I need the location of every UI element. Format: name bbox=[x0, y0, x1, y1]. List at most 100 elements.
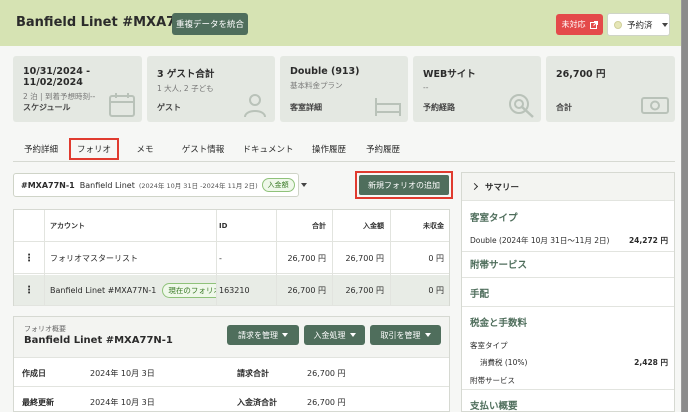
folio-id: #MXA77N-1 bbox=[21, 180, 75, 190]
folio-dates: (2024年 10月 31日 -2024年 11月 2日) bbox=[138, 182, 258, 190]
card-value: 10/31/2024 - 11/02/2024 bbox=[23, 66, 91, 88]
card-label: スケジュール bbox=[23, 103, 71, 112]
room-line-amount: 24,272 円 bbox=[628, 236, 668, 245]
money-icon bbox=[641, 97, 669, 114]
divider bbox=[462, 389, 674, 390]
col-unpaid: 未収金 bbox=[423, 221, 444, 230]
folio-guest-name: Banfield Linet bbox=[79, 180, 135, 190]
reservation-header: Banfield Linet #MXA77N-1 重複データを統合 未対応 予約… bbox=[0, 0, 681, 46]
summary-payment-heading: 支払い概要 bbox=[470, 401, 518, 412]
row-account: Banfield Linet #MXA77N-1 現在のフォリオ bbox=[50, 275, 216, 305]
channel-card: WEBサイト -- 予約経路 bbox=[413, 56, 541, 122]
unresolved-label: 未対応 bbox=[561, 20, 586, 29]
overview-header: フォリオ概要 Banfield Linet #MXA77N-1 請求を管理 入金… bbox=[14, 317, 449, 358]
tax-line: 消費税 (10%) 2,428 円 bbox=[480, 357, 668, 368]
tab-memo[interactable]: メモ bbox=[127, 138, 163, 160]
external-link-icon bbox=[589, 20, 598, 29]
cursor-icon bbox=[509, 94, 534, 118]
overview-row: 作成日 2024年 10月 3日 請求合計 26,700 円 bbox=[14, 359, 449, 387]
card-label: 客室詳細 bbox=[290, 103, 322, 112]
chevron-down-icon bbox=[282, 333, 288, 337]
reservation-tabs: 予約詳細 フォリオ メモ ゲスト情報 ドキュメント 操作履歴 予約履歴 bbox=[13, 138, 675, 162]
tab-activity-log[interactable]: 操作履歴 bbox=[305, 138, 353, 160]
status-label: 予約済 bbox=[627, 20, 653, 31]
card-value: Double (913) bbox=[290, 66, 360, 77]
overview-value: 2024年 10月 3日 bbox=[90, 369, 155, 378]
divider bbox=[462, 277, 674, 278]
row-paid: 26,700 円 bbox=[345, 253, 384, 263]
summary-panel: サマリー 客室タイプ Double (2024年 10月 31日～11月 2日)… bbox=[461, 172, 675, 412]
tab-guest-info[interactable]: ゲスト情報 bbox=[173, 138, 233, 160]
col-total: 合計 bbox=[312, 221, 326, 230]
payment-processing-button[interactable]: 入金処理 bbox=[304, 325, 365, 345]
chevron-down-icon bbox=[300, 183, 307, 187]
bed-icon bbox=[375, 98, 401, 116]
overview-subtitle: フォリオ概要 bbox=[24, 325, 66, 333]
summary-title: サマリー bbox=[485, 182, 520, 193]
row-unpaid: 0 円 bbox=[428, 285, 444, 295]
tab-folio[interactable]: フォリオ bbox=[69, 138, 119, 160]
table-row[interactable]: ⋮ Banfield Linet #MXA77N-1 現在のフォリオ 16321… bbox=[14, 275, 449, 306]
calendar-icon bbox=[109, 93, 135, 117]
tax-room-type-label: 客室タイプ bbox=[470, 341, 508, 350]
schedule-card: 10/31/2024 - 11/02/2024 2 泊 | 到着予想時刻-- ス… bbox=[13, 56, 142, 122]
folio-status-badge: 入金額 bbox=[261, 178, 295, 192]
overview-value: 2024年 10月 3日 bbox=[90, 398, 155, 407]
room-line-label: Double (2024年 10月 31日～11月 2日) bbox=[470, 236, 610, 245]
room-card: Double (913) 基本料金プラン 客室詳細 bbox=[280, 56, 408, 122]
table-row[interactable]: ⋮ フォリオマスターリスト - 26,700 円 26,700 円 0 円 bbox=[14, 243, 449, 274]
overview-value: 26,700 円 bbox=[307, 369, 346, 378]
guests-card: 3 ゲスト合計 1 大人, 2 子ども ゲスト bbox=[147, 56, 275, 122]
summary-arrangements-heading: 手配 bbox=[470, 289, 490, 300]
col-account: アカウント bbox=[50, 221, 85, 230]
card-sub: 基本料金プラン bbox=[290, 81, 343, 90]
row-account: フォリオマスターリスト bbox=[50, 253, 138, 263]
summary-room-type-heading: 客室タイプ bbox=[470, 213, 518, 224]
window-edge bbox=[682, 0, 688, 412]
card-value: 3 ゲスト合計 bbox=[157, 69, 215, 80]
add-folio-button[interactable]: 新規フォリオの追加 bbox=[359, 175, 449, 195]
summary-extras-heading: 附帯サービス bbox=[470, 260, 528, 271]
total-card: 26,700 円 合計 bbox=[546, 56, 675, 122]
column-divider bbox=[44, 210, 45, 305]
tab-reservation-history[interactable]: 予約履歴 bbox=[359, 138, 407, 160]
row-id: - bbox=[219, 253, 222, 263]
button-label: 取引を管理 bbox=[380, 330, 421, 340]
chevron-down-icon bbox=[424, 333, 431, 337]
reservation-window: Banfield Linet #MXA77N-1 重複データを統合 未対応 予約… bbox=[0, 0, 682, 412]
column-divider bbox=[390, 210, 391, 305]
summary-toggle[interactable]: サマリー bbox=[462, 173, 674, 201]
current-folio-badge: 現在のフォリオ bbox=[162, 282, 216, 298]
overview-row: 最終更新 2024年 10月 3日 入金済合計 26,700 円 bbox=[14, 388, 449, 412]
more-options-icon[interactable]: ⋮ bbox=[14, 243, 44, 273]
card-value: WEBサイト bbox=[423, 69, 476, 80]
manage-transactions-button[interactable]: 取引を管理 bbox=[370, 325, 441, 345]
reservation-status-dropdown[interactable]: 予約済 bbox=[607, 13, 670, 36]
overview-key: 入金済合計 bbox=[237, 398, 277, 407]
tax-extras-label: 附帯サービス bbox=[470, 376, 515, 385]
tax-line-amount: 2,428 円 bbox=[634, 358, 668, 367]
col-paid: 入金額 bbox=[363, 221, 384, 230]
tab-reservation-details[interactable]: 予約詳細 bbox=[15, 138, 67, 160]
users-icon bbox=[244, 94, 266, 118]
manage-charges-button[interactable]: 請求を管理 bbox=[227, 325, 299, 345]
new-folio-highlight: 新規フォリオの追加 bbox=[355, 171, 453, 199]
tab-documents[interactable]: ドキュメント bbox=[238, 138, 298, 160]
more-options-icon[interactable]: ⋮ bbox=[14, 275, 44, 305]
card-label: ゲスト bbox=[157, 103, 181, 112]
status-dot-icon bbox=[614, 20, 622, 29]
button-label: 請求を管理 bbox=[238, 330, 278, 340]
overview-key: 請求合計 bbox=[237, 369, 269, 378]
chevron-down-icon bbox=[661, 22, 668, 27]
row-paid: 26,700 円 bbox=[345, 285, 384, 295]
folio-selector[interactable]: #MXA77N-1 Banfield Linet (2024年 10月 31日 … bbox=[13, 173, 307, 197]
tax-line-label: 消費税 (10%) bbox=[480, 358, 528, 367]
unresolved-button[interactable]: 未対応 bbox=[556, 14, 603, 35]
table-header-row: アカウント ID 合計 入金額 未収金 bbox=[14, 210, 449, 242]
button-label: 入金処理 bbox=[313, 330, 346, 340]
merge-duplicates-button[interactable]: 重複データを統合 bbox=[172, 13, 248, 35]
card-value: 26,700 円 bbox=[556, 69, 606, 80]
row-total: 26,700 円 bbox=[287, 285, 326, 295]
row-unpaid: 0 円 bbox=[428, 253, 444, 263]
summary-room-line: Double (2024年 10月 31日～11月 2日) 24,272 円 bbox=[470, 235, 668, 246]
